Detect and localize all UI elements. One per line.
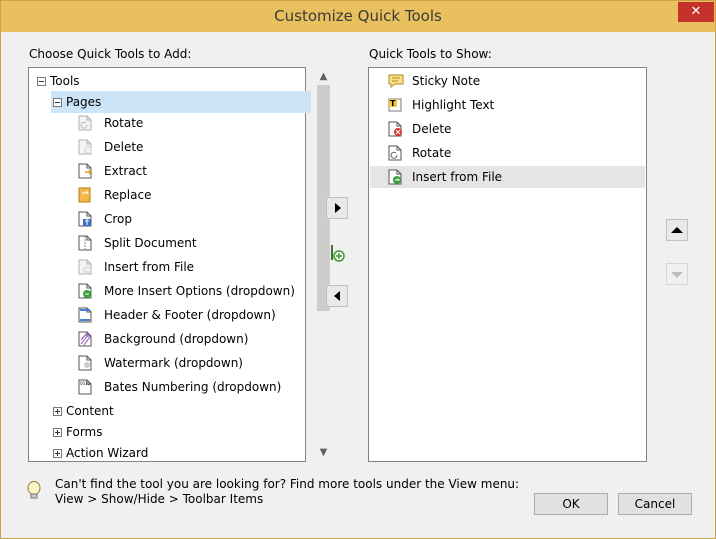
tree-item-tool[interactable]: Replace [73, 184, 309, 206]
rotate-page-icon [387, 145, 405, 161]
tree-item-label: Insert from File [104, 260, 195, 274]
rotate-page-icon [77, 115, 93, 131]
choose-tools-heading: Choose Quick Tools to Add: [29, 47, 192, 61]
vertical-scrollbar[interactable]: ▲ ▼ [315, 68, 332, 461]
tree-item-tool[interactable]: Crop [73, 208, 309, 230]
crop-page-icon [77, 211, 93, 227]
scroll-up-icon[interactable]: ▲ [315, 68, 332, 85]
close-button[interactable]: ✕ [678, 2, 714, 22]
hint-path-text: View > Show/Hide > Toolbar Items [55, 492, 264, 506]
quick-tool-label: Sticky Note [412, 74, 481, 88]
quick-tool-label: Highlight Text [412, 98, 495, 112]
tree-item-label: More Insert Options (dropdown) [104, 284, 295, 298]
tree-node-group[interactable]: Action Wizard [51, 442, 301, 464]
quick-tool-label: Insert from File [412, 170, 503, 184]
tree-node-tools[interactable]: Tools [29, 70, 315, 92]
tree-item-label: Delete [104, 140, 144, 154]
cancel-button[interactable]: Cancel [618, 493, 692, 515]
quick-tool-label: Delete [412, 122, 452, 136]
quick-tool-item[interactable]: Insert from File [370, 166, 645, 188]
tree-item-tool[interactable]: More Insert Options (dropdown) [73, 280, 309, 302]
remove-tool-button[interactable] [326, 285, 348, 307]
tree-node-group[interactable]: Content [51, 400, 301, 422]
tree-node-label: Tools [50, 74, 80, 88]
delete-page-icon [77, 139, 93, 155]
tree-node-label: Content [66, 404, 114, 418]
tree-item-label: Rotate [104, 116, 144, 130]
tree-node-pages[interactable]: Pages [51, 91, 311, 113]
replace-page-icon [77, 187, 93, 203]
tree-item-tool[interactable]: Extract [73, 160, 309, 182]
tree-item-label: Bates Numbering (dropdown) [104, 380, 282, 394]
tree-item-tool[interactable]: Rotate [73, 112, 309, 134]
tree-item-label: Background (dropdown) [104, 332, 249, 346]
svg-text:T: T [390, 99, 396, 108]
available-tools-tree[interactable]: Tools Pages Rotate Delete Extract Replace Cr… [28, 67, 332, 464]
tree-node-group[interactable]: Forms [51, 421, 301, 443]
arrow-up-icon [671, 227, 683, 233]
tree-item-tool[interactable]: Delete [73, 136, 309, 158]
tree-item-tool[interactable]: Background (dropdown) [73, 328, 309, 350]
tree-item-tool[interactable]: Insert from File [73, 256, 309, 278]
svg-text:0012: 0012 [80, 381, 91, 386]
collapse-icon[interactable] [53, 98, 62, 107]
tree-node-label: Forms [66, 425, 103, 439]
add-tool-button[interactable] [326, 197, 348, 219]
tree-node-label: Pages [66, 95, 102, 109]
tree-item-tool[interactable]: Watermark (dropdown) [73, 352, 309, 374]
arrow-down-icon [671, 272, 683, 278]
delete-page-icon [387, 121, 405, 137]
tree-item-label: Header & Footer (dropdown) [104, 308, 276, 322]
tree-item-tool[interactable]: 0012 Bates Numbering (dropdown) [73, 376, 309, 398]
separator-add-icon [331, 245, 345, 262]
quick-tool-item[interactable]: Rotate [370, 142, 645, 164]
insert-from-file-icon [77, 259, 93, 275]
arrow-left-icon [334, 291, 340, 301]
extract-page-icon [77, 163, 93, 179]
expand-icon[interactable] [53, 407, 62, 416]
quick-tool-item[interactable]: T Highlight Text [370, 94, 645, 116]
customize-quick-tools-dialog: Customize Quick Tools ✕ Choose Quick Too… [0, 0, 716, 539]
tools-to-show-heading: Quick Tools to Show: [369, 47, 492, 61]
arrow-right-icon [335, 203, 341, 213]
watermark-icon [77, 355, 93, 371]
background-icon [77, 331, 93, 347]
title-bar[interactable]: Customize Quick Tools ✕ [1, 1, 715, 32]
tree-item-label: Crop [104, 212, 133, 226]
tree-item-label: Extract [104, 164, 147, 178]
quick-tools-list[interactable]: Sticky Note T Highlight Text Delete Rotate In… [368, 67, 647, 462]
collapse-icon[interactable] [37, 77, 46, 86]
header-footer-icon [77, 307, 93, 323]
expand-icon[interactable] [53, 449, 62, 458]
more-insert-options-icon [77, 283, 93, 299]
tree-item-tool[interactable]: Split Document [73, 232, 309, 254]
move-down-button[interactable] [666, 263, 688, 285]
move-up-button[interactable] [666, 219, 688, 241]
tree-item-label: Split Document [104, 236, 197, 250]
tree-item-tool[interactable]: Header & Footer (dropdown) [73, 304, 309, 326]
scroll-down-icon[interactable]: ▼ [315, 444, 332, 461]
split-document-icon [77, 235, 93, 251]
tree-item-label: Replace [104, 188, 152, 202]
expand-icon[interactable] [53, 428, 62, 437]
window-title: Customize Quick Tools [274, 7, 442, 25]
quick-tool-item[interactable]: Sticky Note [370, 70, 645, 92]
tree-item-label: Watermark (dropdown) [104, 356, 243, 370]
quick-tool-item[interactable]: Delete [370, 118, 645, 140]
bates-numbering-icon: 0012 [77, 379, 93, 395]
ok-button[interactable]: OK [534, 493, 608, 515]
lightbulb-icon [26, 481, 42, 501]
insert-from-file-icon [387, 169, 405, 185]
highlight-text-icon: T [387, 97, 405, 113]
tree-node-label: Action Wizard [66, 446, 149, 460]
quick-tool-label: Rotate [412, 146, 452, 160]
hint-text: Can't find the tool you are looking for?… [55, 477, 520, 491]
insert-separator-button[interactable] [328, 244, 346, 264]
sticky-note-icon [387, 73, 405, 89]
